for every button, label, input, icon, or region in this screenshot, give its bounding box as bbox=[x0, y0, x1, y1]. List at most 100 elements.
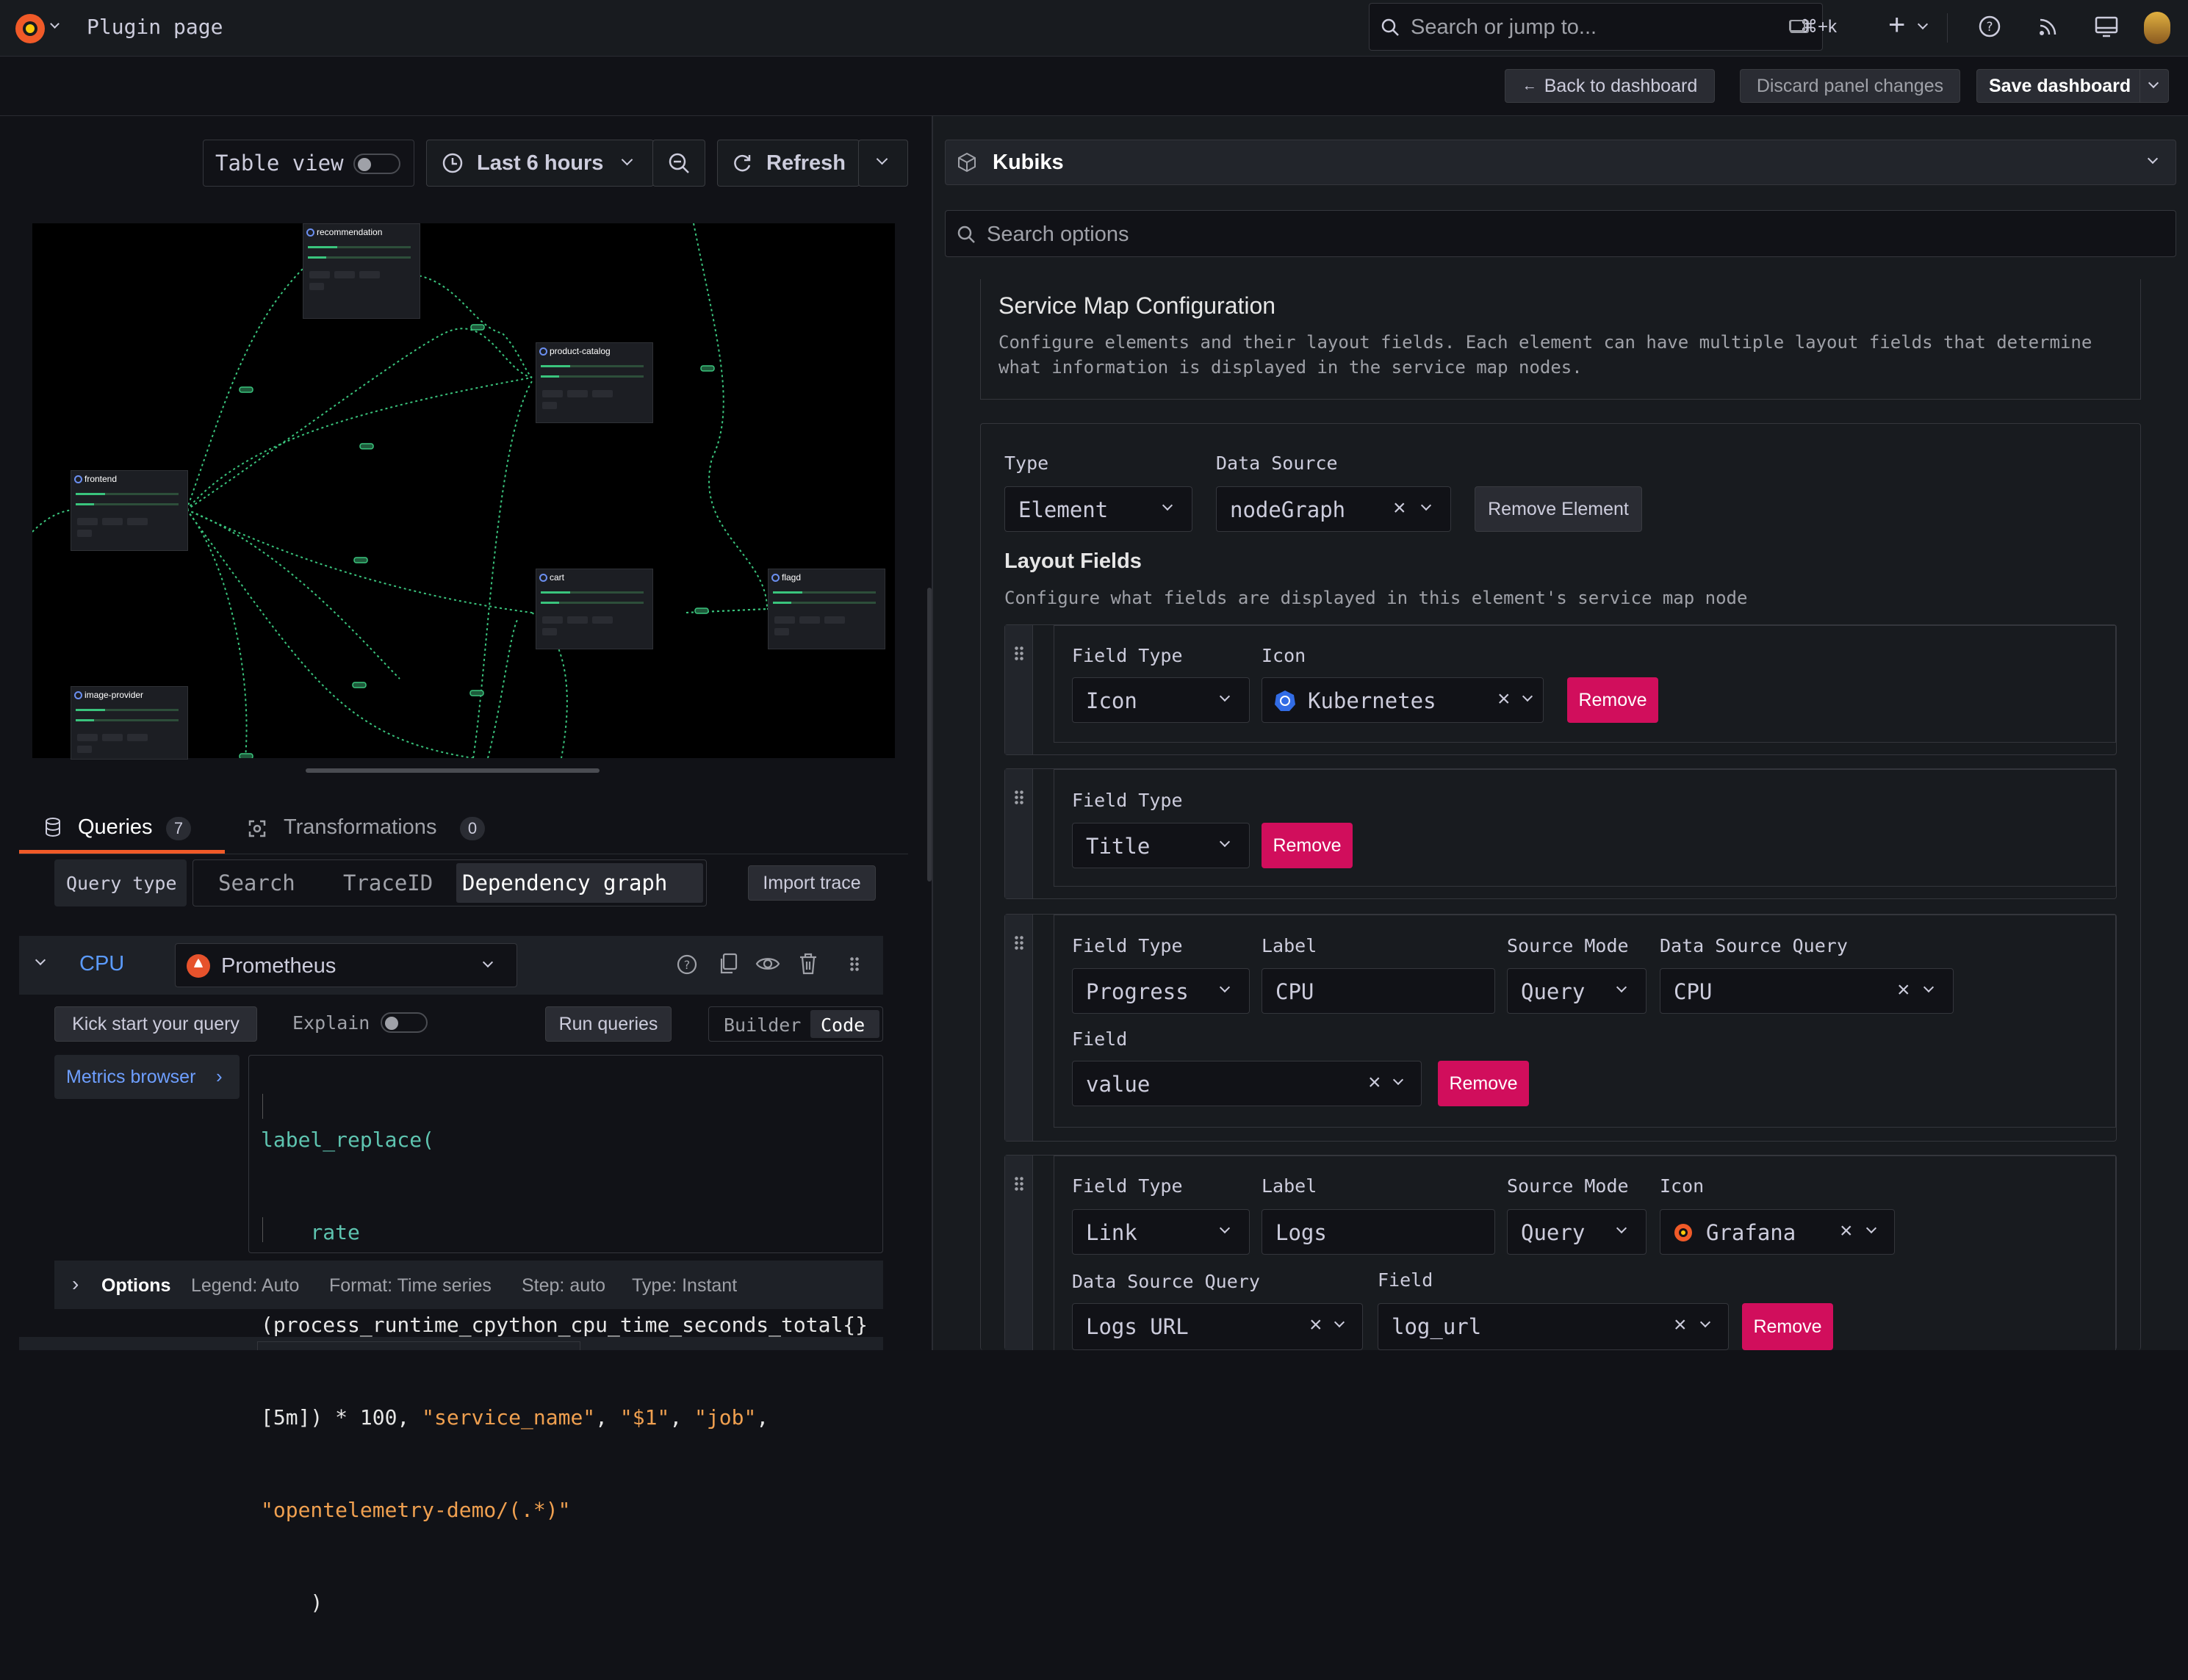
table-view-switch[interactable] bbox=[353, 154, 400, 174]
query-type-search[interactable]: Search bbox=[218, 870, 295, 895]
field-select[interactable]: log_url × bbox=[1378, 1303, 1729, 1350]
clear-icon[interactable]: × bbox=[1497, 688, 1511, 710]
section-title: Service Map Configuration bbox=[998, 292, 1276, 319]
drag-handle[interactable] bbox=[1005, 625, 1033, 754]
remove-field-button[interactable]: Remove bbox=[1262, 823, 1353, 868]
run-queries-button[interactable]: Run queries bbox=[545, 1006, 672, 1042]
search-icon bbox=[957, 226, 975, 243]
import-trace-button[interactable]: Import trace bbox=[748, 865, 876, 901]
copy-icon[interactable] bbox=[717, 952, 739, 976]
help-icon[interactable]: ? bbox=[676, 953, 698, 976]
drag-handle-icon bbox=[1014, 935, 1024, 951]
data-source-select[interactable]: nodeGraph × bbox=[1216, 486, 1451, 532]
svg-text:?: ? bbox=[684, 958, 691, 972]
code-mode-option[interactable]: Code bbox=[810, 1010, 879, 1038]
query-type-traceid[interactable]: TraceID bbox=[343, 870, 433, 895]
metrics-browser-button[interactable]: Metrics browser › bbox=[54, 1055, 240, 1099]
label-input[interactable]: CPU bbox=[1262, 968, 1495, 1014]
label-input[interactable]: Logs bbox=[1262, 1209, 1495, 1255]
grafana-logo-icon[interactable] bbox=[12, 10, 48, 47]
chevron-down-icon bbox=[1219, 691, 1231, 702]
remove-field-button[interactable]: Remove bbox=[1742, 1303, 1833, 1350]
remove-field-button[interactable]: Remove bbox=[1438, 1061, 1529, 1106]
builder-mode-option[interactable]: Builder bbox=[724, 1014, 801, 1036]
query-name[interactable]: CPU bbox=[79, 952, 124, 976]
icon-select[interactable]: Kubernetes × bbox=[1262, 677, 1544, 723]
kubernetes-icon bbox=[539, 574, 547, 582]
clock-icon bbox=[442, 153, 463, 173]
chevron-down-icon bbox=[876, 153, 888, 165]
drag-handle[interactable] bbox=[1005, 1156, 1033, 1350]
graph-node[interactable]: cart bbox=[536, 569, 653, 649]
clear-icon[interactable]: × bbox=[1393, 497, 1406, 519]
chevron-down-icon bbox=[482, 956, 494, 968]
global-search[interactable]: Search or jump to... ⌘+k bbox=[1369, 3, 1823, 51]
dock-menu-icon[interactable] bbox=[2094, 15, 2119, 38]
add-icon[interactable]: + bbox=[1888, 10, 1905, 40]
source-mode-select[interactable]: Query bbox=[1507, 1209, 1647, 1255]
query-code-editor[interactable]: label_replace( rate (process_runtime_cpy… bbox=[248, 1055, 883, 1615]
refresh-button[interactable]: Refresh bbox=[717, 140, 860, 187]
shortcut-hint: ⌘+k bbox=[1800, 17, 1838, 37]
query-options-row[interactable]: › Options Legend: Auto Format: Time seri… bbox=[54, 1261, 883, 1309]
graph-node[interactable]: frontend bbox=[71, 470, 188, 551]
avatar[interactable] bbox=[2144, 12, 2170, 44]
chevron-down-icon bbox=[1923, 981, 1935, 993]
data-source-query-select[interactable]: Logs URL × bbox=[1072, 1303, 1363, 1350]
explain-label: Explain bbox=[292, 1012, 370, 1034]
field-type-select[interactable]: Title bbox=[1072, 823, 1250, 868]
explain-switch[interactable] bbox=[381, 1012, 428, 1033]
field-select[interactable]: value × bbox=[1072, 1061, 1422, 1106]
query-type-dependency-graph[interactable]: Dependency graph bbox=[456, 863, 703, 903]
chevron-down-icon[interactable] bbox=[35, 954, 46, 966]
graph-node[interactable]: product-catalog bbox=[536, 342, 653, 423]
graph-node-title: product-catalog bbox=[550, 346, 611, 356]
drag-handle-icon bbox=[1014, 1176, 1024, 1192]
tab-transformations[interactable]: Transformations 0 bbox=[242, 808, 500, 854]
news-feed-icon[interactable] bbox=[2037, 15, 2060, 38]
element-type-select[interactable]: Element bbox=[1004, 486, 1192, 532]
chevron-down-icon[interactable] bbox=[50, 19, 60, 29]
graph-node[interactable]: recommendation bbox=[303, 223, 420, 319]
options-search-input[interactable]: Search options bbox=[945, 210, 2176, 257]
drag-handle[interactable] bbox=[1005, 769, 1033, 898]
graph-node-title: flagd bbox=[782, 572, 802, 583]
horizontal-scrollbar[interactable] bbox=[306, 768, 600, 773]
refresh-interval-dropdown[interactable] bbox=[858, 140, 908, 187]
arrow-left-icon: ← bbox=[1522, 77, 1537, 94]
kubernetes-icon bbox=[306, 228, 314, 237]
time-range-picker[interactable]: Last 6 hours bbox=[426, 140, 654, 187]
field-type-select[interactable]: Link bbox=[1072, 1209, 1250, 1255]
clear-icon[interactable]: × bbox=[1897, 979, 1910, 1001]
field-type-select[interactable]: Icon bbox=[1072, 677, 1250, 723]
clear-icon[interactable]: × bbox=[1840, 1220, 1853, 1242]
top-bar: Plugin page Search or jump to... ⌘+k ⌘+k… bbox=[0, 0, 2188, 57]
chevron-down-icon bbox=[1219, 981, 1231, 993]
discard-panel-changes-button[interactable]: Discard panel changes bbox=[1740, 69, 1960, 103]
field-type-select[interactable]: Progress bbox=[1072, 968, 1250, 1014]
kick-start-query-button[interactable]: Kick start your query bbox=[54, 1006, 257, 1042]
trash-icon[interactable] bbox=[798, 952, 818, 976]
graph-node[interactable]: flagd bbox=[768, 569, 885, 649]
visualization-picker[interactable]: Kubiks bbox=[945, 140, 2176, 185]
drag-handle-icon[interactable] bbox=[849, 956, 860, 973]
datasource-picker[interactable]: Prometheus bbox=[175, 943, 517, 987]
remove-element-button[interactable]: Remove Element bbox=[1475, 486, 1642, 532]
tab-queries[interactable]: Queries 7 bbox=[19, 808, 225, 854]
clear-icon[interactable]: × bbox=[1309, 1314, 1322, 1336]
help-icon[interactable]: ? bbox=[1978, 15, 2001, 38]
drag-handle[interactable] bbox=[1005, 915, 1033, 1141]
back-to-dashboard-button[interactable]: ← Back to dashboard bbox=[1505, 69, 1715, 103]
eye-icon[interactable] bbox=[755, 953, 780, 974]
remove-field-button[interactable]: Remove bbox=[1567, 677, 1658, 723]
source-mode-select[interactable]: Query bbox=[1507, 968, 1647, 1014]
table-view-label: Table view bbox=[215, 151, 344, 176]
clear-icon[interactable]: × bbox=[1368, 1072, 1381, 1094]
data-source-query-select[interactable]: CPU × bbox=[1660, 968, 1954, 1014]
graph-node[interactable]: image-provider bbox=[71, 686, 188, 760]
database-icon bbox=[46, 818, 60, 837]
clear-icon[interactable]: × bbox=[1674, 1314, 1687, 1336]
icon-select[interactable]: Grafana × bbox=[1660, 1209, 1895, 1255]
chevron-down-icon[interactable] bbox=[1917, 18, 1929, 30]
zoom-out-button[interactable] bbox=[652, 140, 705, 187]
